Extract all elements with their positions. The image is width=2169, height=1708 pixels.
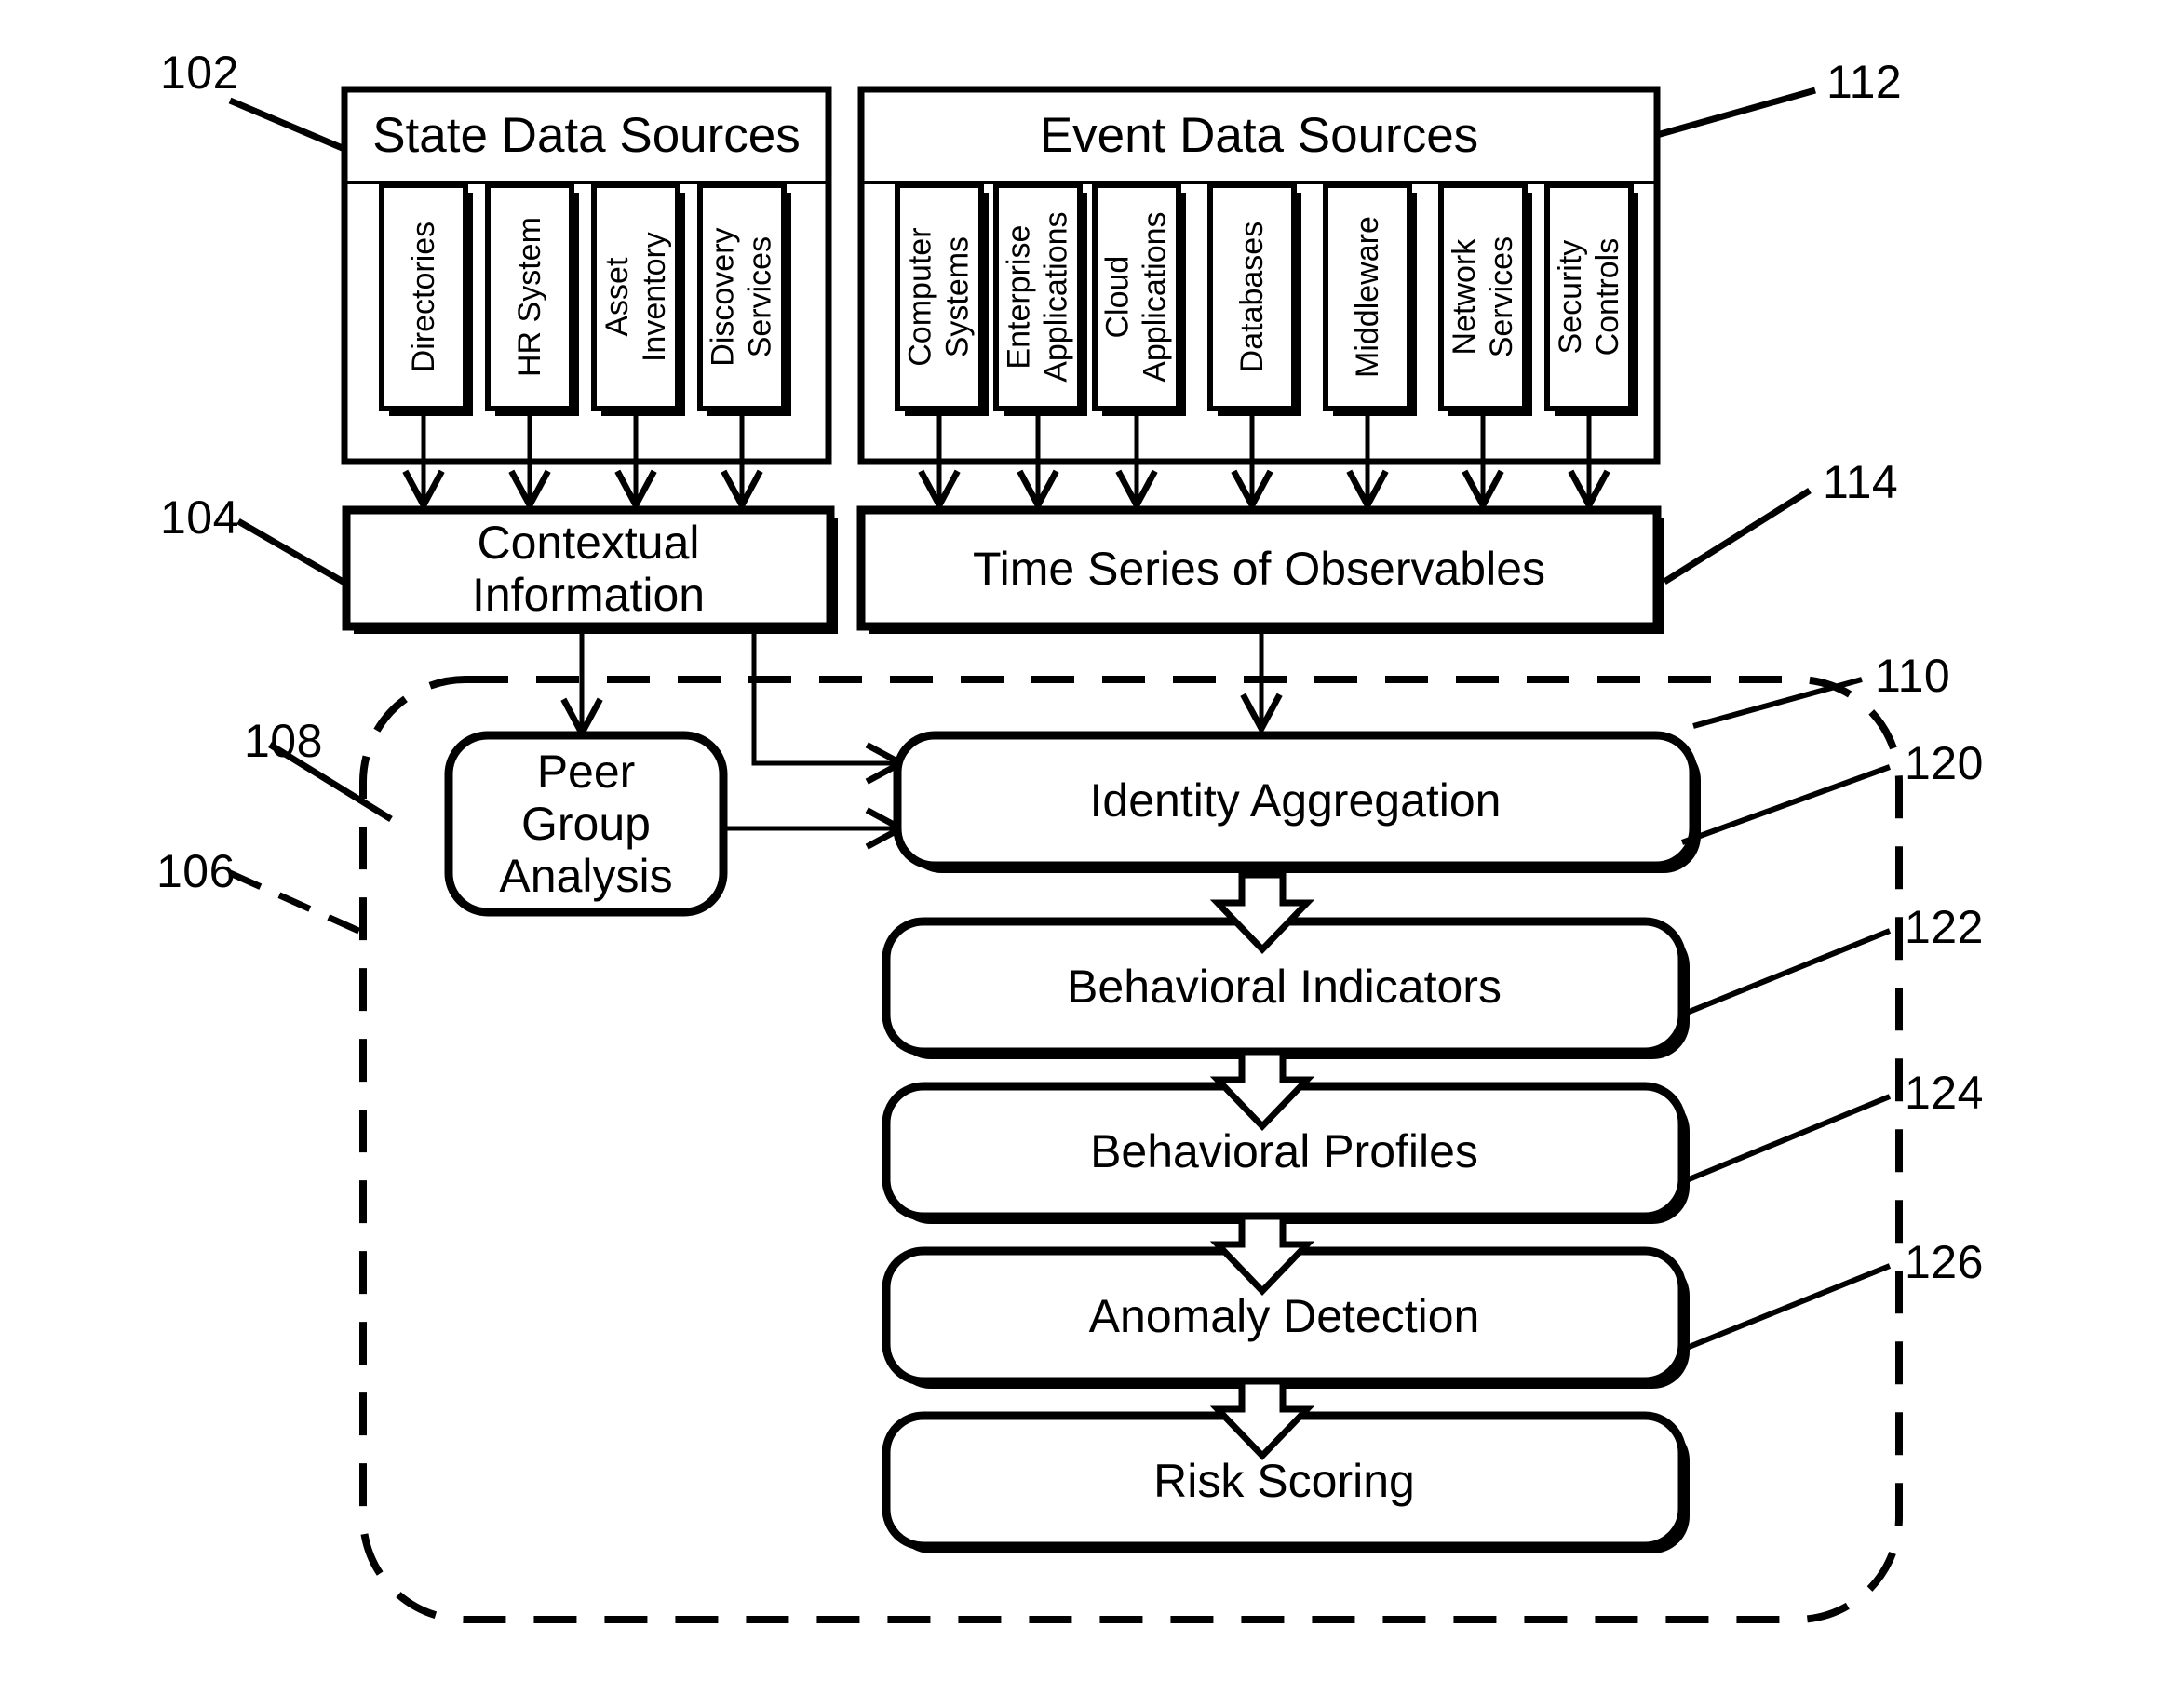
event-source-security-controls: Security Controls [1547, 185, 1631, 409]
ref-114: 114 [1823, 456, 1899, 508]
time-series-label: Time Series of Observables [972, 542, 1546, 595]
event-source-cloud-applications: Cloud Applications [1095, 185, 1179, 409]
contextual-information-line2: Information [471, 568, 706, 621]
event-source-enterprise-applications: Enterprise Applications [996, 185, 1080, 409]
stage-risk-scoring-label: Risk Scoring [1153, 1454, 1415, 1507]
state-source-asset-inventory-label: Asset Inventory [599, 232, 673, 362]
event-source-network-services-label: Network Services [1446, 235, 1519, 358]
state-source-discovery-services: Discovery Services [700, 185, 784, 409]
stage-behavioral-indicators-label: Behavioral Indicators [1067, 960, 1502, 1013]
event-source-security-controls-label: Security Controls [1552, 237, 1626, 356]
event-source-databases: Databases [1210, 185, 1294, 409]
ref-106: 106 [156, 845, 236, 897]
event-source-network-services: Network Services [1441, 185, 1525, 409]
event-source-computer-systems-label: Computer Systems [902, 227, 976, 367]
peer-group-line1: Peer [536, 746, 636, 798]
event-source-databases-label: Databases [1233, 221, 1270, 373]
state-source-asset-inventory: Asset Inventory [594, 185, 678, 409]
event-data-sources-title: Event Data Sources [1039, 108, 1479, 164]
ref-110: 110 [1875, 650, 1951, 702]
state-source-directories: Directories [382, 185, 465, 409]
stage-behavioral-profiles-label: Behavioral Profiles [1090, 1124, 1478, 1177]
peer-group-line3: Analysis [499, 850, 673, 902]
patent-figure: State Data Sources Event Data Sources Di… [0, 0, 2169, 1708]
state-source-hr-system-label: HR System [511, 217, 547, 377]
state-data-sources-title: State Data Sources [372, 108, 801, 164]
state-source-directories-label: Directories [405, 221, 441, 373]
context-to-identity-arrow [751, 633, 898, 763]
event-source-middleware-label: Middleware [1349, 216, 1385, 378]
ref-126: 126 [1905, 1236, 1984, 1288]
event-source-middleware: Middleware [1326, 185, 1409, 409]
contextual-information-line1: Contextual [477, 516, 700, 569]
ref-102: 102 [160, 47, 239, 99]
state-source-discovery-services-label: Discovery Services [705, 227, 778, 367]
stage-identity-aggregation-label: Identity Aggregation [1089, 773, 1502, 827]
event-source-computer-systems: Computer Systems [897, 185, 981, 409]
event-source-cloud-applications-label: Cloud Applications [1099, 211, 1173, 383]
ref-122: 122 [1905, 901, 1984, 953]
ref-108: 108 [244, 715, 323, 767]
stage-anomaly-detection-label: Anomaly Detection [1088, 1289, 1480, 1342]
peer-group-line2: Group [521, 798, 651, 850]
ref-104: 104 [160, 491, 239, 544]
ref-112: 112 [1826, 56, 1903, 108]
peer-group-analysis-label: Peer Group Analysis [449, 735, 723, 912]
ref-124: 124 [1905, 1067, 1984, 1119]
ref-120: 120 [1905, 737, 1984, 789]
event-source-enterprise-applications-label: Enterprise Applications [1001, 211, 1074, 383]
state-source-hr-system: HR System [488, 185, 572, 409]
contextual-information-label: Contextual Information [346, 510, 830, 626]
